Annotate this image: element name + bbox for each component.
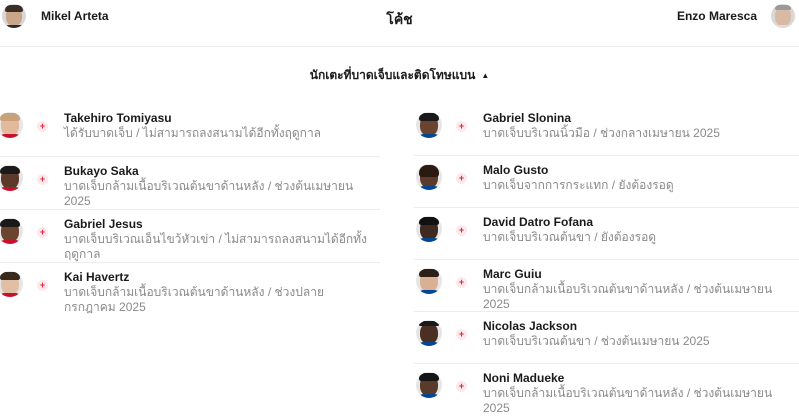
injury-status: บาดเจ็บบริเวณต้นขา / ยังต้องรอดู (483, 230, 657, 244)
hair (0, 113, 20, 121)
hair (419, 113, 439, 121)
hair (419, 217, 439, 225)
section-title: นักเตะที่บาดเจ็บและติดโทษแบน (309, 68, 476, 82)
shirt (0, 187, 23, 191)
injury-cross-icon: + (37, 174, 48, 185)
player-avatar (0, 218, 23, 244)
hair (419, 373, 439, 381)
shirt (416, 342, 442, 346)
list-item[interactable]: + Noni Madueke บาดเจ็บกล้ามเนื้อบริเวณต้… (414, 364, 799, 415)
injury-cross-icon: + (37, 227, 48, 238)
injury-cross-icon: + (456, 225, 467, 236)
injury-cross-icon: + (37, 121, 48, 132)
list-item[interactable]: + Marc Guiu บาดเจ็บกล้ามเนื้อบริเวณต้นขา… (414, 260, 799, 312)
injury-status: ได้รับบาดเจ็บ / ไม่สามารถลงสนามได้อีกทั้… (64, 126, 322, 140)
injury-cross-icon: + (456, 121, 467, 132)
shirt (416, 134, 442, 138)
player-avatar (0, 271, 23, 297)
list-item[interactable]: + Gabriel Slonina บาดเจ็บบริเวณนิ้วมือ /… (414, 104, 799, 156)
player-avatar (416, 268, 442, 294)
player-name: Gabriel Slonina (483, 111, 572, 125)
hair (0, 272, 20, 280)
hair (0, 166, 20, 174)
player-name: David Datro Fofana (483, 215, 594, 229)
player-name: Takehiro Tomiyasu (64, 111, 172, 125)
player-name: Kai Havertz (64, 270, 130, 284)
shirt (0, 240, 23, 244)
list-item[interactable]: + Malo Gusto บาดเจ็บจากการกระแทก / ยังต้… (414, 156, 799, 208)
shirt (416, 290, 442, 294)
list-item[interactable]: + Nicolas Jackson บาดเจ็บบริเวณต้นขา / ช… (414, 312, 799, 364)
shirt (416, 238, 442, 242)
coaches-row: Mikel Arteta โค้ช Enzo Maresca (0, 0, 799, 47)
player-name: Bukayo Saka (64, 164, 139, 178)
player-avatar (416, 320, 442, 346)
injury-cross-icon: + (456, 173, 467, 184)
away-coach-name: Enzo Maresca (676, 9, 757, 23)
injury-status: บาดเจ็บบริเวณต้นขา / ช่วงต้นเมษายน 2025 (483, 334, 710, 348)
injury-cross-icon: + (456, 329, 467, 340)
shirt (0, 134, 23, 138)
shirt (416, 394, 442, 398)
hair (0, 219, 20, 227)
away-injury-list: + Gabriel Slonina บาดเจ็บบริเวณนิ้วมือ /… (414, 104, 799, 415)
injury-status: บาดเจ็บจากการกระแทก / ยังต้องรอดู (483, 178, 674, 192)
shirt (0, 293, 23, 297)
player-name: Gabriel Jesus (64, 217, 143, 231)
injury-status: บาดเจ็บกล้ามเนื้อบริเวณต้นขาด้านหลัง / ช… (64, 285, 324, 314)
player-name: Malo Gusto (483, 163, 549, 177)
injury-status: บาดเจ็บบริเวณนิ้วมือ / ช่วงกลางเมษายน 20… (483, 126, 720, 140)
player-avatar (416, 112, 442, 138)
list-item[interactable]: + Takehiro Tomiyasu ได้รับบาดเจ็บ / ไม่ส… (0, 104, 380, 157)
away-coach-avatar (771, 4, 795, 28)
caret-up-icon: ▲ (481, 71, 490, 80)
player-avatar (0, 112, 23, 138)
player-name: Noni Madueke (483, 371, 565, 385)
player-name: Marc Guiu (483, 267, 542, 281)
player-avatar (0, 165, 23, 191)
hair (419, 269, 439, 277)
shirt (416, 186, 442, 190)
injury-cross-icon: + (37, 280, 48, 291)
list-item[interactable]: + David Datro Fofana บาดเจ็บบริเวณต้นขา … (414, 208, 799, 260)
away-coach[interactable]: Enzo Maresca (677, 4, 795, 28)
player-avatar (416, 164, 442, 190)
home-injury-list: + Takehiro Tomiyasu ได้รับบาดเจ็บ / ไม่ส… (0, 104, 380, 315)
hair (419, 165, 439, 177)
list-item[interactable]: + Bukayo Saka บาดเจ็บกล้ามเนื้อบริเวณต้น… (0, 157, 380, 210)
player-avatar (416, 372, 442, 398)
injury-cross-icon: + (456, 277, 467, 288)
injury-status: บาดเจ็บบริเวณเอ็นไขว้หัวเข่า / ไม่สามารถ… (64, 232, 367, 261)
list-item[interactable]: + Gabriel Jesus บาดเจ็บบริเวณเอ็นไขว้หัว… (0, 210, 380, 263)
hair (419, 321, 439, 326)
list-item[interactable]: + Kai Havertz บาดเจ็บกล้ามเนื้อบริเวณต้น… (0, 263, 380, 315)
injury-cross-icon: + (456, 381, 467, 392)
shirt (771, 25, 795, 28)
player-avatar (416, 216, 442, 242)
face (420, 323, 438, 344)
injury-status: บาดเจ็บกล้ามเนื้อบริเวณต้นขาด้านหลัง / ช… (64, 179, 354, 208)
injury-status: บาดเจ็บกล้ามเนื้อบริเวณต้นขาด้านหลัง / ช… (483, 386, 773, 415)
player-name: Nicolas Jackson (483, 319, 578, 333)
injury-status: บาดเจ็บกล้ามเนื้อบริเวณต้นขาด้านหลัง / ช… (483, 282, 773, 311)
hair (775, 5, 791, 10)
injuries-section-toggle[interactable]: นักเตะที่บาดเจ็บและติดโทษแบน ▲ (0, 66, 799, 85)
